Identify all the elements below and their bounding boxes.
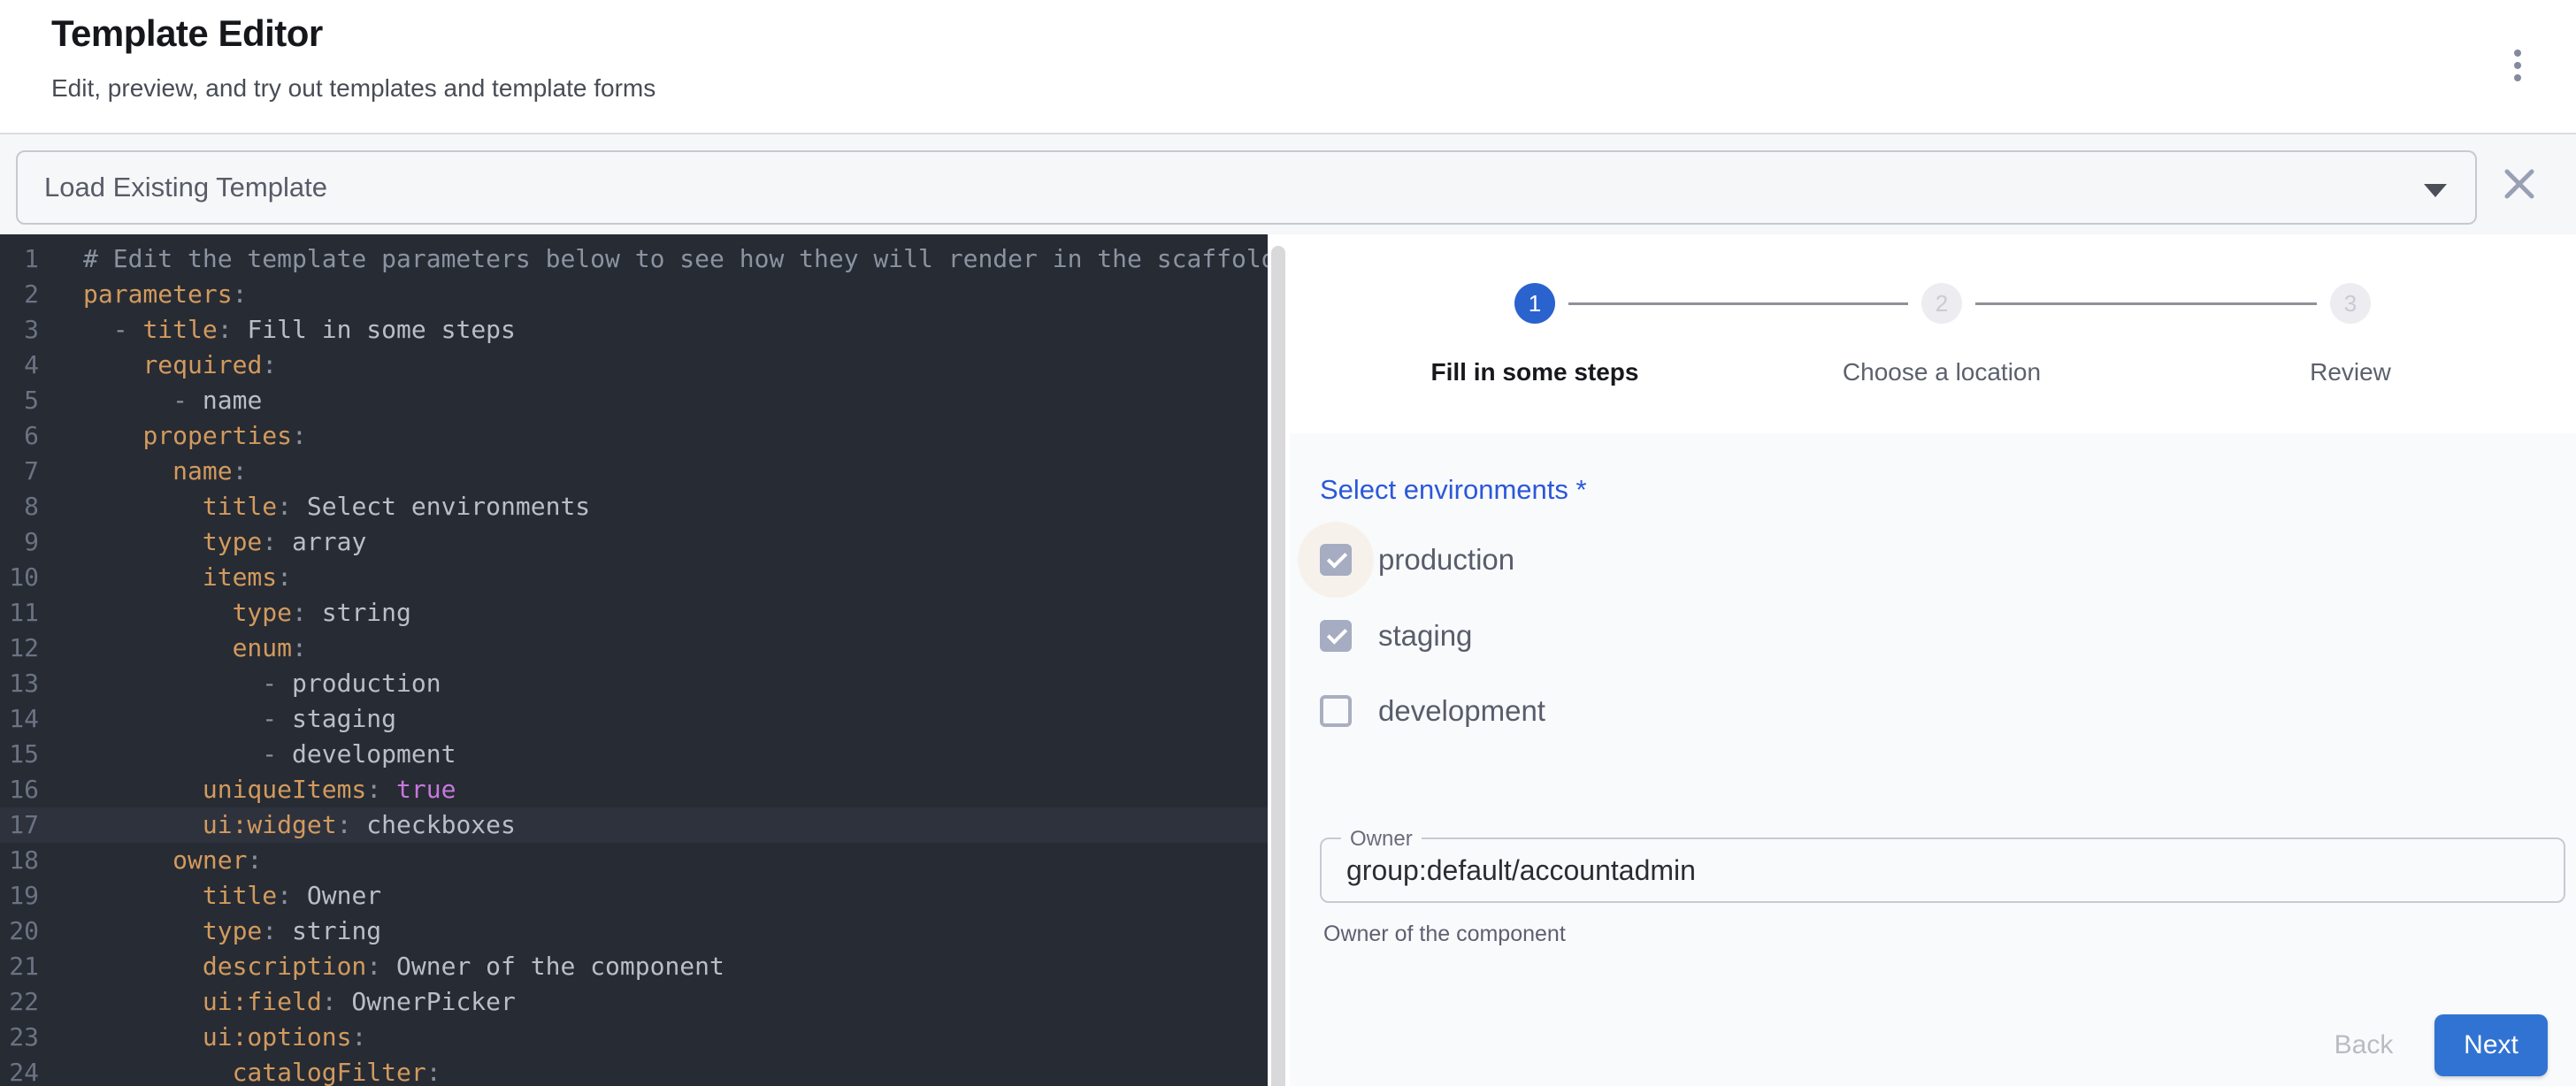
code-line: 6 properties:	[0, 418, 1268, 454]
page-subtitle: Edit, preview, and try out templates and…	[51, 74, 656, 103]
code-line: 24 catalogFilter:	[0, 1055, 1268, 1086]
toolbar: Load Existing Template	[0, 133, 2576, 234]
code-line: 19 title: Owner	[0, 878, 1268, 914]
code-line: 11 type: string	[0, 595, 1268, 631]
checkbox-checked-icon	[1320, 620, 1352, 652]
code-line: 21 description: Owner of the component	[0, 949, 1268, 984]
preview-panel: 1 2 3 Fill in some steps Choose a locati…	[1285, 234, 2576, 1086]
page-header: Template Editor Edit, preview, and try o…	[0, 0, 2576, 133]
code-line: 3 - title: Fill in some steps	[0, 312, 1268, 348]
checkbox-checked-icon	[1320, 544, 1352, 576]
back-button[interactable]: Back	[2293, 1014, 2434, 1076]
checkbox-row-staging[interactable]: staging	[1320, 618, 1472, 654]
code-line: 16 uniqueItems: true	[0, 772, 1268, 807]
code-line: 20 type: string	[0, 914, 1268, 949]
code-line: 13 - production	[0, 666, 1268, 701]
code-line: 15 - development	[0, 737, 1268, 772]
pane-resize-handle[interactable]	[1271, 246, 1285, 1086]
page-title: Template Editor	[51, 12, 323, 55]
checkbox-label: staging	[1378, 619, 1472, 653]
code-line: 4 required:	[0, 348, 1268, 383]
owner-input[interactable]	[1322, 839, 2564, 901]
form-card: Select environments * production staging…	[1290, 433, 2576, 1086]
yaml-editor[interactable]: 1# Edit the template parameters below to…	[0, 234, 1268, 1086]
code-line: 18 owner:	[0, 843, 1268, 878]
checkbox-label: production	[1378, 543, 1514, 577]
code-line: 23 ui:options:	[0, 1020, 1268, 1055]
step-circle-3: 3	[2330, 283, 2371, 324]
code-line: 12 enum:	[0, 631, 1268, 666]
more-options-button[interactable]	[2491, 39, 2544, 92]
close-button[interactable]	[2488, 152, 2551, 216]
dropdown-caret-icon	[2424, 184, 2447, 197]
code-line: 7 name:	[0, 454, 1268, 489]
step-label-choose-a-location: Choose a location	[1765, 358, 2119, 386]
code-line: 8 title: Select environments	[0, 489, 1268, 524]
close-icon	[2503, 168, 2535, 200]
step-circle-1: 1	[1514, 283, 1555, 324]
load-template-select[interactable]: Load Existing Template	[16, 150, 2477, 225]
checkbox-label: development	[1378, 694, 1545, 728]
select-environments-label: Select environments *	[1320, 474, 1587, 506]
step-label-fill-in-some-steps: Fill in some steps	[1358, 358, 1712, 386]
checkbox-row-production[interactable]: production	[1320, 542, 1514, 577]
code-line: 10 items:	[0, 560, 1268, 595]
owner-field: Owner	[1320, 837, 2565, 903]
code-line: 2parameters:	[0, 277, 1268, 312]
checkbox-row-development[interactable]: development	[1320, 693, 1545, 729]
code-line: 17 ui:widget: checkboxes	[0, 807, 1268, 843]
load-template-label: Load Existing Template	[44, 172, 327, 203]
next-button[interactable]: Next	[2434, 1014, 2548, 1076]
code-line: 9 type: array	[0, 524, 1268, 560]
step-circle-2: 2	[1921, 283, 1962, 324]
checkbox-unchecked-icon	[1320, 695, 1352, 727]
template-editor-page: Template Editor Edit, preview, and try o…	[0, 0, 2576, 1086]
code-line: 5 - name	[0, 383, 1268, 418]
step-label-review: Review	[2174, 358, 2527, 386]
code-lines: 1# Edit the template parameters below to…	[0, 241, 1268, 1086]
owner-helper-text: Owner of the component	[1323, 922, 1566, 947]
code-line: 22 ui:field: OwnerPicker	[0, 984, 1268, 1020]
step-connector	[1975, 302, 2317, 305]
code-line: 1# Edit the template parameters below to…	[0, 241, 1268, 277]
step-connector	[1568, 302, 1908, 305]
code-line: 14 - staging	[0, 701, 1268, 737]
